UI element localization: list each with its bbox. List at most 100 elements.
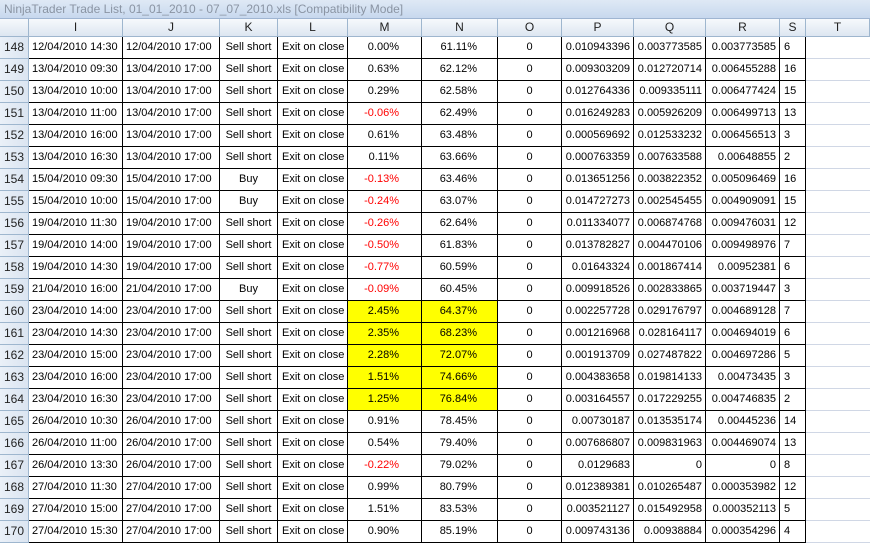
- cell-q[interactable]: 0.002833865: [634, 279, 706, 301]
- cell-s[interactable]: 7: [780, 301, 806, 323]
- cell-j[interactable]: 19/04/2010 17:00: [123, 257, 220, 279]
- cell-i[interactable]: 13/04/2010 16:00: [29, 125, 123, 147]
- cell-o[interactable]: 0: [498, 499, 562, 521]
- cell-o[interactable]: 0: [498, 103, 562, 125]
- cell-k[interactable]: Sell short: [220, 235, 278, 257]
- column-header-l[interactable]: L: [278, 19, 348, 37]
- cell-j[interactable]: 23/04/2010 17:00: [123, 301, 220, 323]
- cell-l[interactable]: Exit on close: [278, 477, 348, 499]
- column-header-j[interactable]: J: [123, 19, 220, 37]
- cell-o[interactable]: 0: [498, 169, 562, 191]
- cell-n[interactable]: 68.23%: [422, 323, 498, 345]
- cell-o[interactable]: 0: [498, 235, 562, 257]
- cell-p[interactable]: 0.011334077: [562, 213, 634, 235]
- cell-r[interactable]: 0.004694019: [706, 323, 780, 345]
- cell-o[interactable]: 0: [498, 59, 562, 81]
- cell-m[interactable]: -0.22%: [348, 455, 422, 477]
- cell-q[interactable]: 0.001867414: [634, 257, 706, 279]
- cell-s[interactable]: 5: [780, 345, 806, 367]
- cell-i[interactable]: 23/04/2010 16:30: [29, 389, 123, 411]
- cell-k[interactable]: Sell short: [220, 323, 278, 345]
- cell-i[interactable]: 27/04/2010 11:30: [29, 477, 123, 499]
- cell-t[interactable]: [806, 499, 870, 521]
- cell-t[interactable]: [806, 37, 870, 59]
- row-header[interactable]: 168: [0, 477, 29, 499]
- cell-p[interactable]: 0.007686807: [562, 433, 634, 455]
- cell-s[interactable]: 6: [780, 323, 806, 345]
- cell-r[interactable]: 0.004746835: [706, 389, 780, 411]
- cell-t[interactable]: [806, 191, 870, 213]
- cell-l[interactable]: Exit on close: [278, 257, 348, 279]
- row-header[interactable]: 150: [0, 81, 29, 103]
- row-header[interactable]: 156: [0, 213, 29, 235]
- cell-s[interactable]: 16: [780, 59, 806, 81]
- cell-i[interactable]: 23/04/2010 14:30: [29, 323, 123, 345]
- cell-o[interactable]: 0: [498, 279, 562, 301]
- cell-r[interactable]: 0.009476031: [706, 213, 780, 235]
- cell-q[interactable]: 0.009831963: [634, 433, 706, 455]
- cell-l[interactable]: Exit on close: [278, 147, 348, 169]
- cell-m[interactable]: -0.26%: [348, 213, 422, 235]
- cell-j[interactable]: 26/04/2010 17:00: [123, 455, 220, 477]
- cell-q[interactable]: 0.005926209: [634, 103, 706, 125]
- cell-r[interactable]: 0.00952381: [706, 257, 780, 279]
- cell-q[interactable]: 0.029176797: [634, 301, 706, 323]
- cell-s[interactable]: 2: [780, 147, 806, 169]
- row-header[interactable]: 161: [0, 323, 29, 345]
- cell-i[interactable]: 19/04/2010 11:30: [29, 213, 123, 235]
- cell-k[interactable]: Sell short: [220, 499, 278, 521]
- cell-m[interactable]: 0.29%: [348, 81, 422, 103]
- cell-s[interactable]: 14: [780, 411, 806, 433]
- cell-o[interactable]: 0: [498, 301, 562, 323]
- cell-k[interactable]: Sell short: [220, 213, 278, 235]
- cell-p[interactable]: 0.003164557: [562, 389, 634, 411]
- cell-m[interactable]: 0.11%: [348, 147, 422, 169]
- cell-k[interactable]: Buy: [220, 169, 278, 191]
- cell-s[interactable]: 8: [780, 455, 806, 477]
- cell-p[interactable]: 0.009303209: [562, 59, 634, 81]
- cell-j[interactable]: 13/04/2010 17:00: [123, 125, 220, 147]
- cell-i[interactable]: 13/04/2010 09:30: [29, 59, 123, 81]
- cell-q[interactable]: 0.015492958: [634, 499, 706, 521]
- cell-k[interactable]: Sell short: [220, 103, 278, 125]
- cell-p[interactable]: 0.013782827: [562, 235, 634, 257]
- cell-m[interactable]: -0.50%: [348, 235, 422, 257]
- cell-r[interactable]: 0.000352113: [706, 499, 780, 521]
- cell-q[interactable]: 0.028164117: [634, 323, 706, 345]
- cell-l[interactable]: Exit on close: [278, 411, 348, 433]
- cell-q[interactable]: 0.010265487: [634, 477, 706, 499]
- cell-p[interactable]: 0.001216968: [562, 323, 634, 345]
- cell-m[interactable]: 0.54%: [348, 433, 422, 455]
- cell-j[interactable]: 23/04/2010 17:00: [123, 345, 220, 367]
- cell-o[interactable]: 0: [498, 367, 562, 389]
- cell-j[interactable]: 12/04/2010 17:00: [123, 37, 220, 59]
- cell-i[interactable]: 19/04/2010 14:00: [29, 235, 123, 257]
- cell-o[interactable]: 0: [498, 455, 562, 477]
- cell-t[interactable]: [806, 59, 870, 81]
- cell-s[interactable]: 15: [780, 81, 806, 103]
- cell-q[interactable]: 0.003773585: [634, 37, 706, 59]
- cell-m[interactable]: 0.00%: [348, 37, 422, 59]
- cell-r[interactable]: 0.00648855: [706, 147, 780, 169]
- cell-s[interactable]: 6: [780, 257, 806, 279]
- cell-j[interactable]: 26/04/2010 17:00: [123, 411, 220, 433]
- cell-t[interactable]: [806, 389, 870, 411]
- row-header[interactable]: 163: [0, 367, 29, 389]
- row-header[interactable]: 151: [0, 103, 29, 125]
- cell-m[interactable]: -0.13%: [348, 169, 422, 191]
- cell-j[interactable]: 15/04/2010 17:00: [123, 191, 220, 213]
- cell-q[interactable]: 0.003822352: [634, 169, 706, 191]
- cell-p[interactable]: 0.013651256: [562, 169, 634, 191]
- cell-r[interactable]: 0.009498976: [706, 235, 780, 257]
- cell-r[interactable]: 0.003773585: [706, 37, 780, 59]
- cell-n[interactable]: 63.48%: [422, 125, 498, 147]
- cell-p[interactable]: 0.014727273: [562, 191, 634, 213]
- cell-n[interactable]: 62.12%: [422, 59, 498, 81]
- cell-p[interactable]: 0.000569692: [562, 125, 634, 147]
- row-header[interactable]: 165: [0, 411, 29, 433]
- row-header[interactable]: 162: [0, 345, 29, 367]
- cell-l[interactable]: Exit on close: [278, 103, 348, 125]
- cell-o[interactable]: 0: [498, 125, 562, 147]
- cell-k[interactable]: Sell short: [220, 367, 278, 389]
- cell-m[interactable]: 1.25%: [348, 389, 422, 411]
